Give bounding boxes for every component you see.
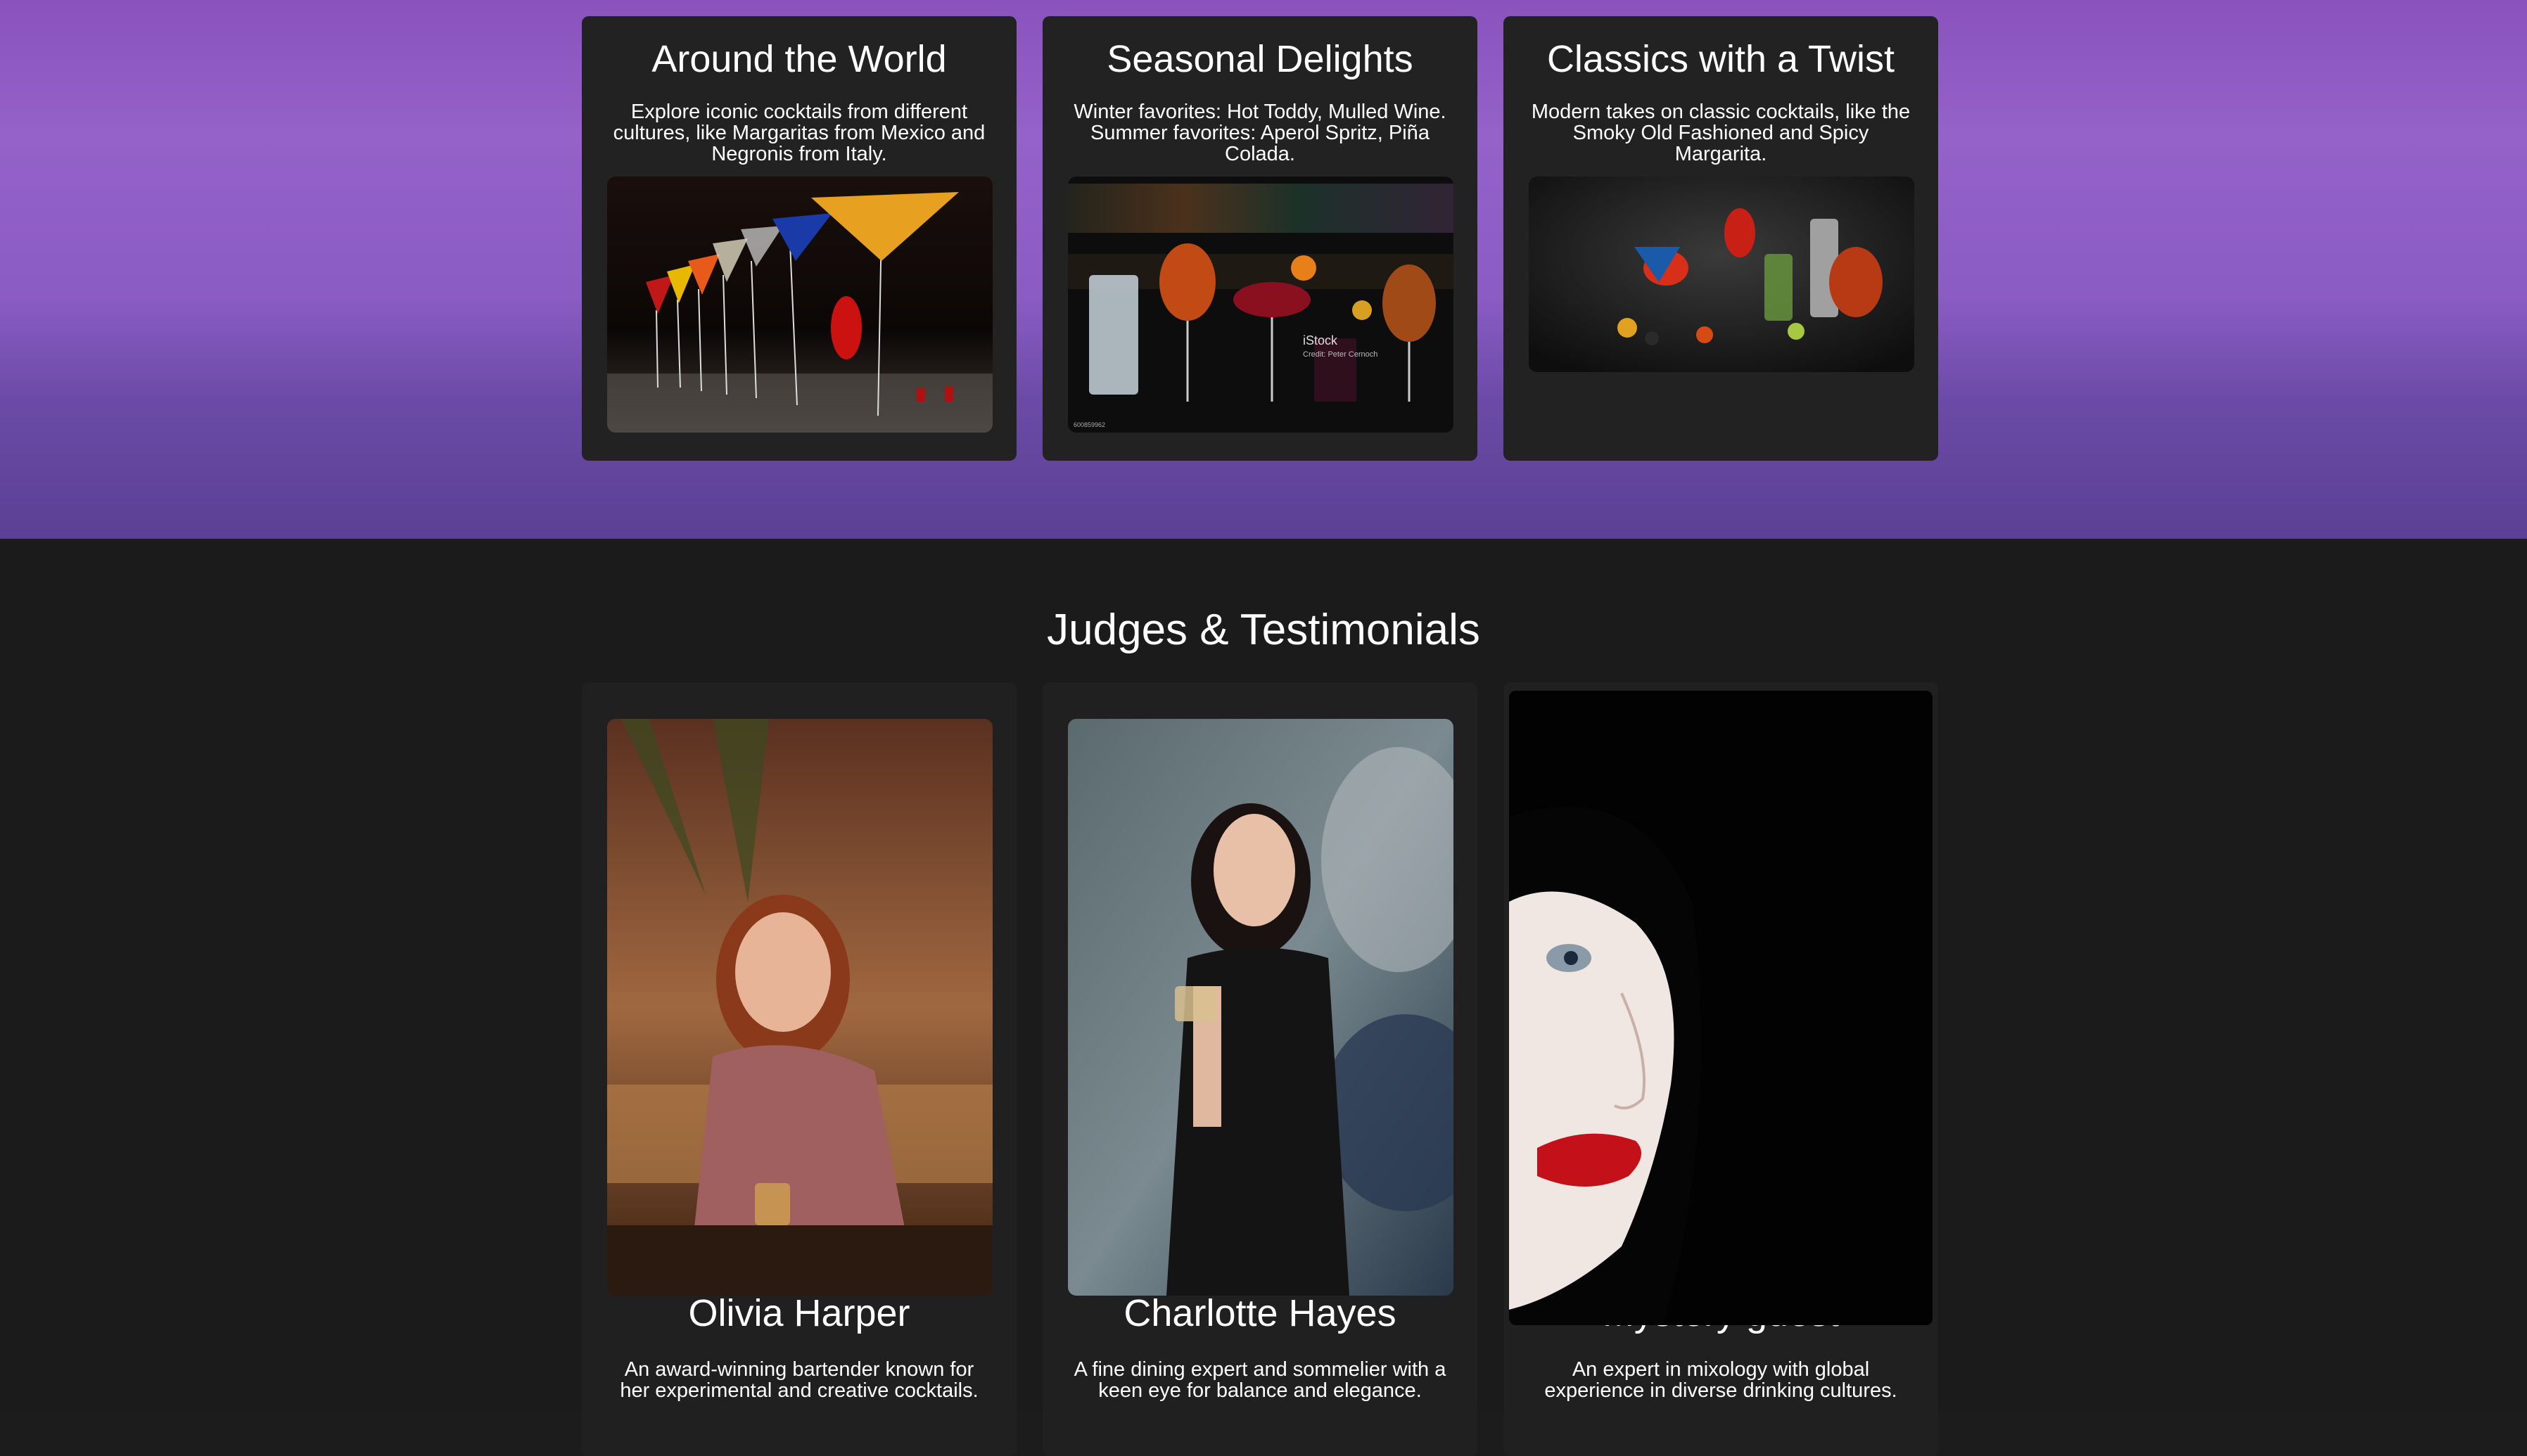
stock-id: 600859962 <box>1074 421 1106 428</box>
card-description: Explore iconic cocktails from different … <box>613 101 986 165</box>
olivia-portrait-photo <box>607 719 993 1296</box>
card-title: Seasonal Delights <box>1107 38 1413 80</box>
judge-bio: An award-winning bartender known for her… <box>620 1358 979 1402</box>
stock-watermark: iStock Credit: Peter Cernoch <box>1303 333 1378 359</box>
judges-section-title: Judges & Testimonials <box>1047 606 1480 654</box>
mystery-guest-portrait-photo <box>1509 691 1933 1325</box>
card-description: Modern takes on classic cocktails, like … <box>1531 101 1911 165</box>
classic-cocktails-photo <box>1529 177 1914 372</box>
judge-name: Olivia Harper <box>688 1292 910 1334</box>
judge-card-mystery-guest[interactable]: Mystery guest An expert in mixology with… <box>1503 682 1938 1456</box>
judge-card-charlotte-hayes[interactable]: Charlotte Hayes A fine dining expert and… <box>1043 682 1477 1456</box>
category-card-around-the-world[interactable]: Around the World Explore iconic cocktail… <box>582 16 1017 461</box>
category-card-classics-with-a-twist[interactable]: Classics with a Twist Modern takes on cl… <box>1503 16 1938 461</box>
card-description: Winter favorites: Hot Toddy, Mulled Wine… <box>1074 101 1446 165</box>
card-title: Around the World <box>651 38 947 80</box>
card-title: Classics with a Twist <box>1546 38 1895 80</box>
judge-name: Charlotte Hayes <box>1124 1292 1396 1334</box>
judge-bio: A fine dining expert and sommelier with … <box>1074 1358 1446 1402</box>
charlotte-portrait-photo <box>1068 719 1453 1296</box>
rainbow-martini-glasses-photo <box>607 177 993 433</box>
judge-card-olivia-harper[interactable]: Olivia Harper An award-winning bartender… <box>582 682 1017 1456</box>
seasonal-cocktails-photo: iStock Credit: Peter Cernoch 600859962 <box>1068 177 1453 433</box>
judge-bio: An expert in mixology with global experi… <box>1544 1358 1897 1402</box>
category-card-seasonal-delights[interactable]: Seasonal Delights Winter favorites: Hot … <box>1043 16 1477 461</box>
